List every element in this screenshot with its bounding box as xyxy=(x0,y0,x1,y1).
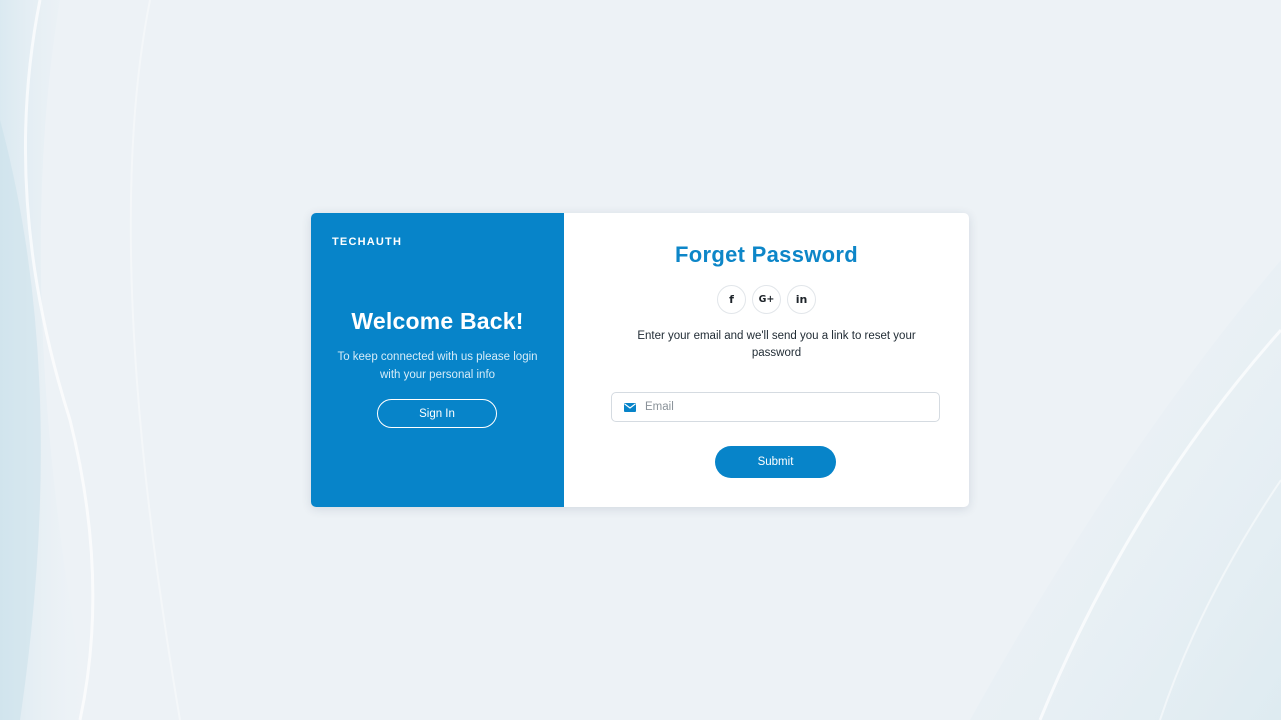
sign-in-button[interactable]: Sign In xyxy=(377,399,497,428)
facebook-icon: f xyxy=(729,293,734,306)
brand-logo: TECHAUTH xyxy=(332,236,403,248)
welcome-heading: Welcome Back! xyxy=(351,308,524,334)
email-field[interactable] xyxy=(611,392,940,422)
mail-icon xyxy=(624,402,636,412)
submit-button[interactable]: Submit xyxy=(715,446,836,478)
linkedin-button[interactable]: in xyxy=(787,285,816,314)
welcome-subtext: To keep connected with us please login w… xyxy=(337,351,538,381)
google-plus-icon: G+ xyxy=(758,294,775,305)
welcome-panel: TECHAUTH Welcome Back! To keep connected… xyxy=(311,213,564,507)
instruction-text: Enter your email and we'll send you a li… xyxy=(637,330,916,359)
forget-password-panel: Forget Password f G+ in Enter your email… xyxy=(564,213,969,507)
email-input[interactable] xyxy=(645,401,915,413)
page-title: Forget Password xyxy=(675,242,858,267)
auth-card: TECHAUTH Welcome Back! To keep connected… xyxy=(311,213,969,507)
google-plus-button[interactable]: G+ xyxy=(752,285,781,314)
social-login-group: f G+ in xyxy=(564,285,969,314)
facebook-button[interactable]: f xyxy=(717,285,746,314)
linkedin-icon: in xyxy=(795,293,808,306)
